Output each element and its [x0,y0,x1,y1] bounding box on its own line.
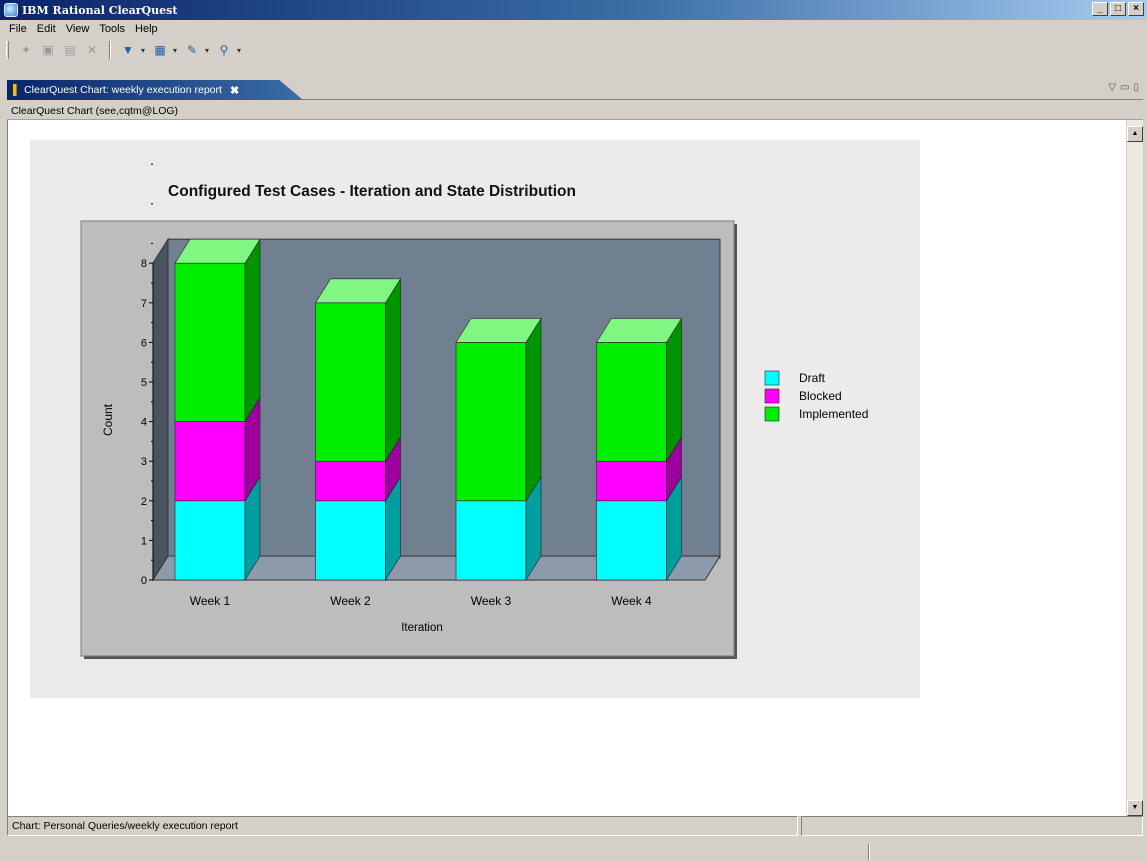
bar-top-face [455,318,542,343]
legend-label-draft: Draft [799,371,826,385]
bar-draft-front [174,500,246,581]
x-tick-label: Week 4 [611,594,652,608]
new-query-dropdown-icon[interactable]: ▾ [205,46,211,55]
x-tick-label: Week 1 [190,594,231,608]
view-menu-icon[interactable]: ▽ [1108,82,1116,93]
legend-label-implemented: Implemented [799,407,868,421]
view-controls: ▽ ▭ ▯ [1108,82,1139,93]
paste-icon[interactable]: ▤ [61,41,79,59]
menu-file[interactable]: File [4,23,32,35]
menu-bar: File Edit View Tools Help [0,20,1147,38]
y-tick-label: 3 [141,456,147,468]
delete-icon[interactable]: ✕ [83,41,101,59]
connect-icon[interactable]: ▼ [119,41,137,59]
toolbar: ✦ ▣ ▤ ✕ ▼ ▾ ▦ ▾ ✎ ▾ ⚲ ▾ [0,38,1147,62]
x-tick-label: Week 2 [330,594,371,608]
y-tick-label: 5 [141,377,147,389]
bar-top-face [314,278,402,304]
clearquest-app-icon [4,3,18,17]
bar-blocked-front [315,460,386,502]
chart-panel: Configured Test Cases - Iteration and St… [30,140,920,698]
window-title: IBM Rational ClearQuest [22,3,178,17]
legend-swatch-implemented [764,406,780,422]
tab-close-icon[interactable]: ✖ [230,84,239,97]
editor-tab-strip: ▌ ClearQuest Chart: weekly execution rep… [7,80,1143,100]
legend-swatch-draft [764,370,780,386]
bar-draft-front [596,500,667,581]
workspace-icon[interactable]: ▦ [151,41,169,59]
y-tick-label: 2 [141,496,147,508]
tab-label: ClearQuest Chart: weekly execution repor… [24,84,222,96]
legend-label-blocked: Blocked [799,389,842,403]
x-tick-label: Week 3 [471,594,512,608]
scroll-up-icon[interactable]: ▲ [1127,126,1143,142]
bar-top-face [174,238,261,264]
chart-content-area: Configured Test Cases - Iteration and St… [7,120,1143,816]
y-tick-label: 4 [141,417,147,429]
menu-tools[interactable]: Tools [94,23,130,35]
tab-chart-weekly-execution-report[interactable]: ▌ ClearQuest Chart: weekly execution rep… [7,80,303,100]
find-dropdown-icon[interactable]: ▾ [237,46,243,55]
minimize-button[interactable]: _ [1092,2,1108,16]
scroll-down-icon[interactable]: ▼ [1127,800,1143,816]
copy-icon[interactable]: ▣ [39,41,57,59]
bar-implemented-front [455,342,527,502]
bar-blocked-front [596,460,667,502]
y-tick-label: 8 [141,258,147,270]
bar-blocked-front [174,421,246,502]
chart-svg: Configured Test Cases - Iteration and St… [80,163,868,659]
bar-top-face [595,318,683,343]
chart-header-line: ClearQuest Chart (see,cqtm@LOG) [7,102,1143,120]
bar-implemented-side [385,277,401,463]
status-secondary [800,816,1143,836]
window-controls: _ □ × [1092,2,1144,16]
toolbar-grip[interactable] [6,41,9,59]
close-button[interactable]: × [1128,2,1144,16]
bottom-divider [868,844,870,860]
maximize-view-icon[interactable]: ▯ [1133,82,1139,93]
x-axis-label: Iteration [401,622,443,634]
window-title-bar[interactable]: IBM Rational ClearQuest _ □ × [0,0,1147,20]
y-tick-label: 7 [141,298,147,310]
bar-draft-front [455,500,527,581]
bar-draft-front [315,500,386,581]
bar-implemented-side [525,317,542,502]
status-bar: Chart: Personal Queries/weekly execution… [7,816,1143,836]
minimize-view-icon[interactable]: ▭ [1120,82,1129,93]
menu-edit[interactable]: Edit [32,23,61,35]
plot-left-wall [152,237,169,582]
y-tick-label: 6 [141,337,147,349]
chart-title: Configured Test Cases - Iteration and St… [168,183,576,200]
bar-implemented-front [596,342,667,462]
menu-view[interactable]: View [61,23,95,35]
workspace-dropdown-icon[interactable]: ▾ [173,46,179,55]
bar-implemented-front [315,302,386,462]
menu-help[interactable]: Help [130,23,163,35]
vertical-scrollbar[interactable]: ▲ ▼ [1126,120,1143,816]
legend-swatch-blocked [764,388,780,404]
bar-implemented-side [244,238,261,423]
connect-dropdown-icon[interactable]: ▾ [141,46,147,55]
bar-implemented-side [666,317,682,463]
bar-implemented-front [174,262,246,422]
new-query-icon[interactable]: ✎ [183,41,201,59]
new-icon[interactable]: ✦ [17,41,35,59]
find-icon[interactable]: ⚲ [215,41,233,59]
maximize-button[interactable]: □ [1110,2,1126,16]
chart-icon: ▌ [13,84,21,96]
y-axis-label: Count [101,403,115,436]
bottom-trim [0,842,1147,861]
toolbar-separator [109,41,111,59]
status-text: Chart: Personal Queries/weekly execution… [7,816,798,836]
y-tick-label: 1 [141,535,147,547]
y-tick-label: 0 [141,575,147,587]
